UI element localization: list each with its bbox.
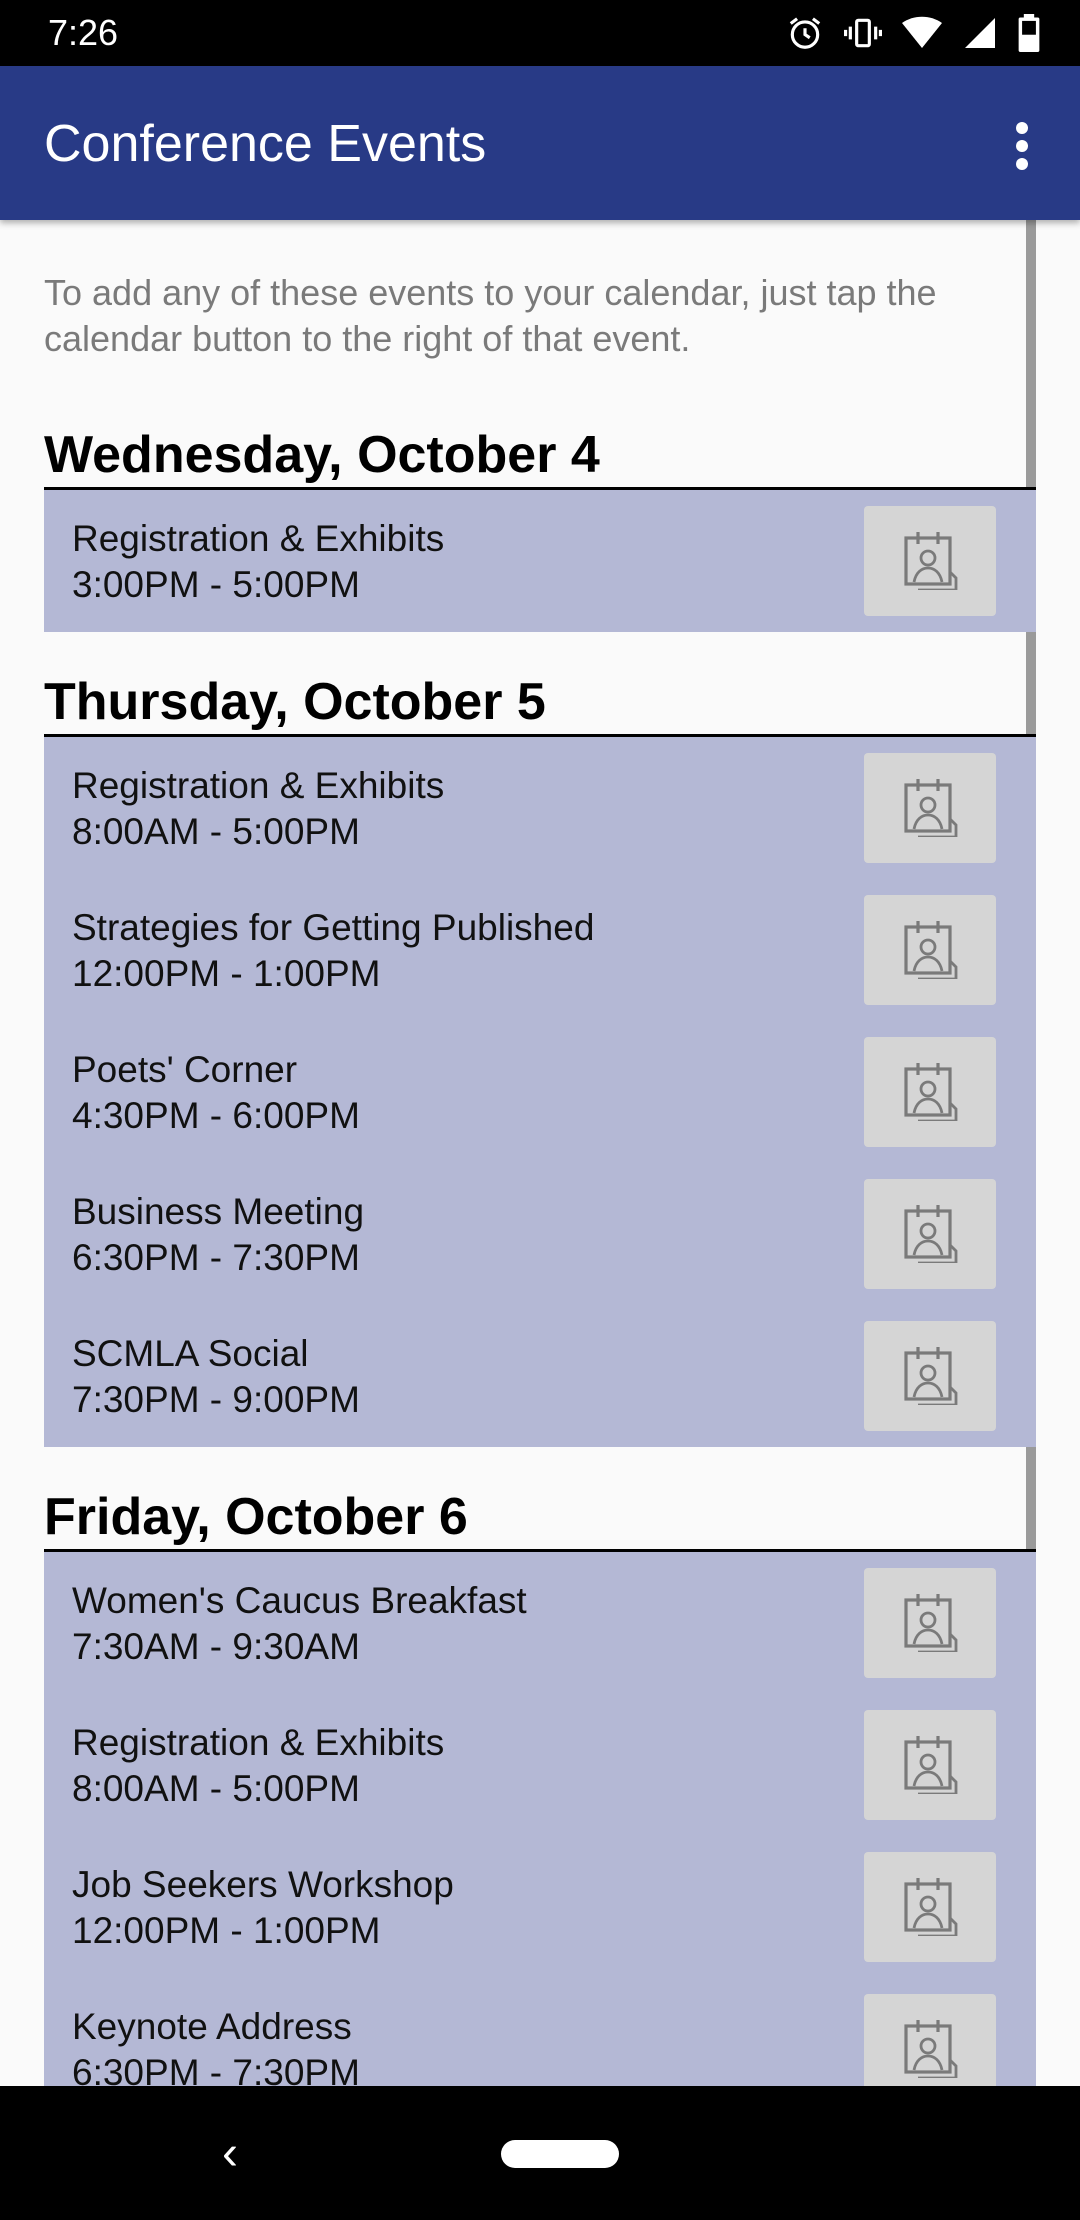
event-row: Registration & Exhibits 8:00AM - 5:00PM	[44, 737, 1036, 879]
alarm-icon	[789, 17, 821, 49]
events-list[interactable]: To add any of these events to your calen…	[0, 220, 1080, 2086]
event-row: Job Seekers Workshop 12:00PM - 1:00PM	[44, 1836, 1036, 1978]
signal-icon	[965, 18, 995, 48]
calendar-contact-icon	[900, 775, 960, 842]
add-to-calendar-button[interactable]	[864, 506, 996, 616]
event-time: 7:30AM - 9:30AM	[72, 1626, 360, 1667]
event-row: Poets' Corner 4:30PM - 6:00PM	[44, 1021, 1036, 1163]
add-to-calendar-button[interactable]	[864, 1037, 996, 1147]
event-name: Registration & Exhibits	[72, 518, 445, 559]
event-name: Women's Caucus Breakfast	[72, 1580, 527, 1621]
status-bar: 7:26	[0, 0, 1080, 66]
event-name: Registration & Exhibits	[72, 765, 445, 806]
event-time: 6:30PM - 7:30PM	[72, 2052, 360, 2086]
calendar-contact-icon	[900, 1590, 960, 1657]
event-time: 4:30PM - 6:00PM	[72, 1095, 360, 1136]
add-to-calendar-button[interactable]	[864, 1179, 996, 1289]
day-title: Thursday, October 5	[44, 667, 1036, 737]
event-list: Registration & Exhibits 3:00PM - 5:00PM	[44, 490, 1036, 632]
vibrate-icon	[844, 18, 882, 48]
event-row: Business Meeting 6:30PM - 7:30PM	[44, 1163, 1036, 1305]
event-time: 12:00PM - 1:00PM	[72, 953, 381, 994]
status-icons	[786, 14, 1040, 52]
calendar-contact-icon	[900, 2016, 960, 2083]
event-row: Women's Caucus Breakfast 7:30AM - 9:30AM	[44, 1552, 1036, 1694]
navigation-bar: ‹	[0, 2086, 1080, 2220]
event-row: Strategies for Getting Published 12:00PM …	[44, 879, 1036, 1021]
event-list: Registration & Exhibits 8:00AM - 5:00PM St…	[44, 737, 1036, 1447]
add-to-calendar-button[interactable]	[864, 1710, 996, 1820]
add-to-calendar-button[interactable]	[864, 895, 996, 1005]
calendar-contact-icon	[900, 1201, 960, 1268]
day-title: Wednesday, October 4	[44, 420, 1036, 490]
event-name: Poets' Corner	[72, 1049, 298, 1090]
wifi-icon	[902, 16, 942, 48]
calendar-contact-icon	[900, 1874, 960, 1941]
calendar-contact-icon	[900, 917, 960, 984]
page-title: Conference Events	[44, 115, 487, 173]
event-time: 8:00AM - 5:00PM	[72, 811, 360, 852]
event-time: 7:30PM - 9:00PM	[72, 1379, 360, 1420]
event-row: Registration & Exhibits 3:00PM - 5:00PM	[44, 490, 1036, 632]
event-name: SCMLA Social	[72, 1333, 309, 1374]
event-time: 8:00AM - 5:00PM	[72, 1768, 360, 1809]
add-to-calendar-button[interactable]	[864, 753, 996, 863]
calendar-contact-icon	[900, 1343, 960, 1410]
event-row: Keynote Address 6:30PM - 7:30PM	[44, 1978, 1036, 2086]
calendar-contact-icon	[900, 528, 960, 595]
day-section: Wednesday, October 4 Registration & Exhib…	[44, 420, 1036, 632]
day-title: Friday, October 6	[44, 1482, 1036, 1552]
event-time: 12:00PM - 1:00PM	[72, 1910, 381, 1951]
event-list: Women's Caucus Breakfast 7:30AM - 9:30AM R…	[44, 1552, 1036, 2086]
status-time: 7:26	[48, 12, 119, 53]
event-name: Business Meeting	[72, 1191, 365, 1232]
app-bar: Conference Events	[0, 66, 1080, 220]
home-button[interactable]	[501, 2140, 619, 2168]
event-name: Registration & Exhibits	[72, 1722, 445, 1763]
event-name: Keynote Address	[72, 2006, 352, 2047]
overflow-menu-icon[interactable]	[992, 116, 1052, 176]
event-row: Registration & Exhibits 8:00AM - 5:00PM	[44, 1694, 1036, 1836]
event-name: Job Seekers Workshop	[72, 1864, 454, 1905]
day-section: Thursday, October 5 Registration & Exhibi…	[44, 667, 1036, 1447]
event-row: SCMLA Social 7:30PM - 9:00PM	[44, 1305, 1036, 1447]
calendar-contact-icon	[900, 1732, 960, 1799]
add-to-calendar-button[interactable]	[864, 1852, 996, 1962]
event-time: 3:00PM - 5:00PM	[72, 564, 360, 605]
event-name: Strategies for Getting Published	[72, 907, 595, 948]
add-to-calendar-button[interactable]	[864, 1994, 996, 2086]
back-button[interactable]: ‹	[222, 2126, 238, 2181]
calendar-contact-icon	[900, 1059, 960, 1126]
intro-text: To add any of these events to your calen…	[44, 272, 937, 359]
day-section: Friday, October 6 Women's Caucus Breakfas…	[44, 1482, 1036, 2086]
add-to-calendar-button[interactable]	[864, 1321, 996, 1431]
event-time: 6:30PM - 7:30PM	[72, 1237, 360, 1278]
battery-icon	[1018, 14, 1040, 52]
add-to-calendar-button[interactable]	[864, 1568, 996, 1678]
